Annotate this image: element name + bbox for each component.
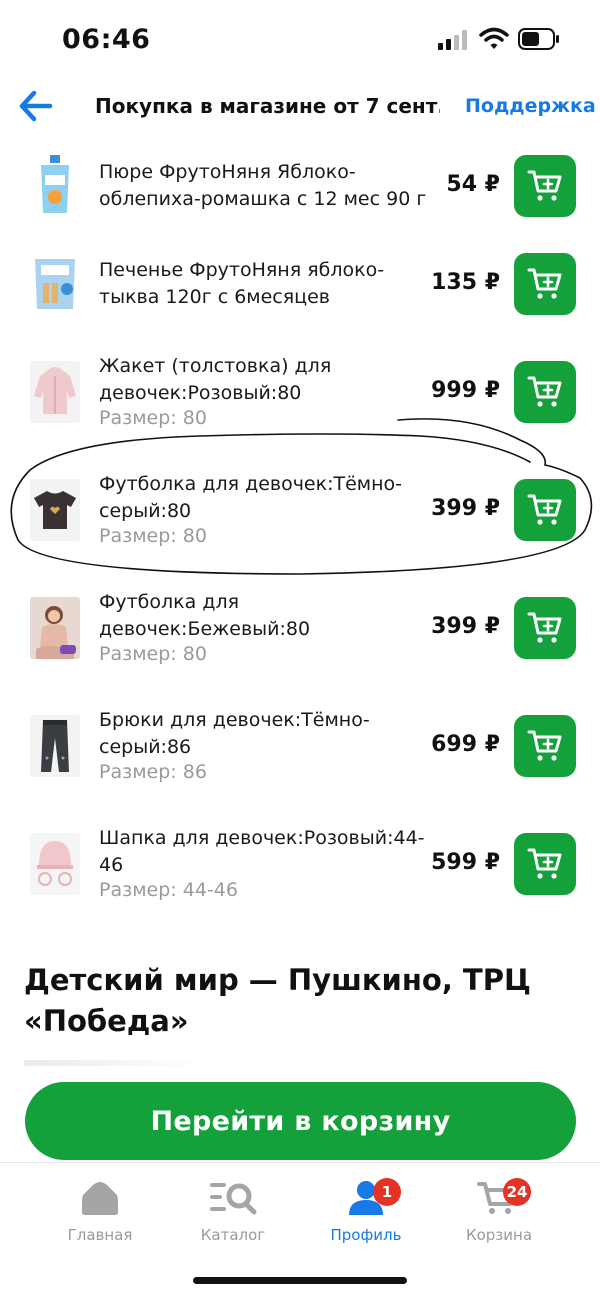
support-link[interactable]: Поддержка	[465, 95, 596, 117]
product-name[interactable]: Шапка для девочек:Розовый:44-46	[99, 825, 434, 879]
product-name[interactable]: Пюре ФрутоНяня Яблоко-облепиха-ромашка с…	[99, 159, 434, 213]
product-price: 54 ₽	[446, 172, 500, 197]
product-image-hat[interactable]	[30, 833, 80, 895]
puree-pouch-icon	[41, 155, 69, 213]
battery-icon	[518, 28, 559, 50]
add-to-cart-button[interactable]	[514, 361, 576, 423]
product-image-tshirt-beige[interactable]	[30, 597, 80, 659]
add-to-cart-button[interactable]	[514, 155, 576, 217]
product-size: Размер: 44-46	[99, 879, 238, 901]
tab-home[interactable]: Главная	[40, 1180, 160, 1244]
add-to-cart-button[interactable]	[514, 253, 576, 315]
cart-icon	[527, 376, 562, 407]
arrow-left-icon[interactable]	[16, 88, 56, 124]
cart-icon	[527, 612, 562, 643]
product-price: 399 ₽	[431, 614, 500, 639]
add-to-cart-button[interactable]	[514, 597, 576, 659]
dark-tshirt-icon	[34, 491, 76, 529]
wifi-icon	[479, 27, 509, 49]
cookie-pack-icon	[35, 259, 75, 309]
pink-hoodie-icon	[34, 367, 76, 414]
tab-cart[interactable]: 24 Корзина	[439, 1178, 559, 1244]
pink-hat-icon	[37, 841, 73, 886]
go-to-cart-button[interactable]: Перейти в корзину	[25, 1082, 576, 1160]
status-time: 06:46	[62, 24, 151, 55]
product-price: 599 ₽	[431, 850, 500, 875]
product-image-tshirt-dark[interactable]	[30, 479, 80, 541]
product-name[interactable]: Жакет (толстовка) для девочек:Розовый:80	[99, 353, 434, 407]
store-name: Детский мир — Пушкино, ТРЦ «Победа»	[24, 963, 531, 1038]
product-size: Размер: 80	[99, 525, 207, 547]
product-image-pants[interactable]	[30, 715, 80, 777]
product-name[interactable]: Брюки для девочек:Тёмно-серый:86	[99, 707, 434, 761]
product-name[interactable]: Печенье ФрутоНяня яблоко-тыква 120г с 6м…	[99, 257, 434, 311]
cellular-signal-icon	[438, 30, 467, 50]
tab-home-label: Главная	[67, 1226, 133, 1244]
home-indicator	[193, 1277, 407, 1284]
product-image-jacket[interactable]	[30, 361, 80, 423]
product-image-cookies[interactable]	[30, 252, 80, 314]
product-name[interactable]: Футболка для девочек:Бежевый:80	[99, 589, 434, 643]
tab-profile[interactable]: 1 Профиль	[306, 1178, 426, 1244]
tab-catalog[interactable]: Каталог	[173, 1180, 293, 1244]
product-price: 699 ₽	[431, 732, 500, 757]
product-size: Размер: 86	[99, 761, 207, 783]
page-title: Покупка в магазине от 7 сент...	[95, 94, 440, 118]
add-to-cart-button[interactable]	[514, 479, 576, 541]
catalog-search-icon	[210, 1183, 257, 1215]
cart-icon	[527, 848, 562, 879]
product-size: Размер: 80	[99, 407, 207, 429]
cart-icon	[527, 730, 562, 761]
tab-profile-label: Профиль	[330, 1226, 402, 1244]
product-size: Размер: 80	[99, 643, 207, 665]
cart-icon	[527, 170, 562, 201]
product-image-puree[interactable]	[30, 154, 80, 216]
add-to-cart-button[interactable]	[514, 833, 576, 895]
cart-icon	[527, 494, 562, 525]
product-price: 399 ₽	[431, 496, 500, 521]
dark-pants-icon	[41, 720, 69, 772]
product-price: 999 ₽	[431, 378, 500, 403]
home-icon	[82, 1182, 118, 1215]
product-name[interactable]: Футболка для девочек:Тёмно-серый:80	[99, 471, 434, 525]
tab-catalog-label: Каталог	[200, 1226, 266, 1244]
tab-cart-label: Корзина	[465, 1226, 533, 1244]
add-to-cart-button[interactable]	[514, 715, 576, 777]
child-model-photo-icon	[30, 597, 80, 659]
profile-badge: 1	[373, 1178, 401, 1206]
product-price: 135 ₽	[431, 270, 500, 295]
cart-badge: 24	[503, 1178, 531, 1206]
cart-icon	[527, 268, 562, 299]
faded-text-line	[24, 1060, 204, 1066]
